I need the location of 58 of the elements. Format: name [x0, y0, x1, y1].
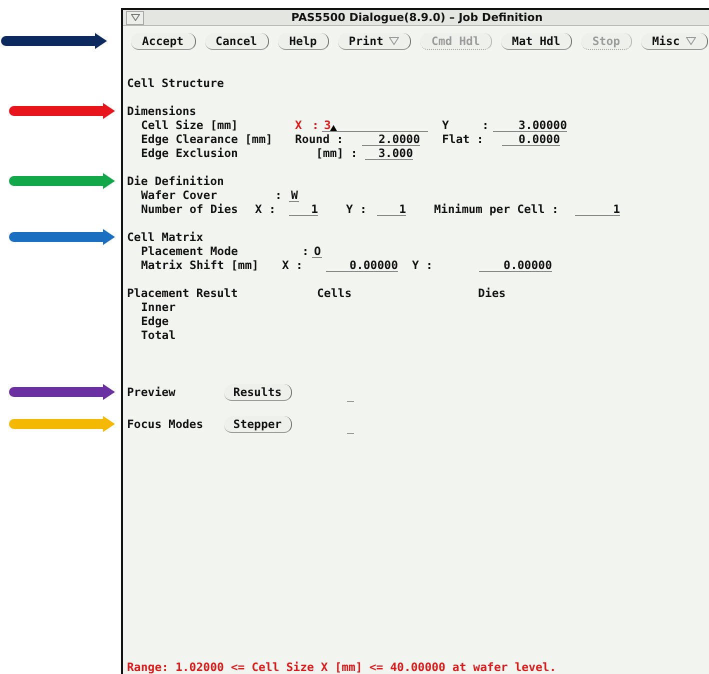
- field-label: X :: [255, 202, 277, 216]
- triangle-icon: [130, 14, 140, 21]
- field-label: Y: [442, 118, 450, 132]
- field-label: Round :: [295, 132, 344, 146]
- column-header: Cells: [317, 286, 353, 300]
- field-label: Focus Modes: [127, 417, 204, 431]
- toolbar-button[interactable]: Misc: [641, 32, 708, 50]
- input-field[interactable]: 1: [289, 202, 318, 216]
- separator: :: [312, 118, 320, 132]
- field-label: Edge Clearance [mm]: [141, 132, 274, 146]
- column-header: Dies: [478, 286, 507, 300]
- input-field[interactable]: 1: [575, 202, 620, 216]
- toolbar-button[interactable]: Print: [338, 32, 412, 50]
- section-title: Placement Result: [127, 286, 239, 300]
- separator: :: [482, 118, 490, 132]
- section-title: Dimensions: [127, 104, 196, 118]
- window-title: PAS5500 Dialogue(8.9.0) – Job Definition: [290, 11, 544, 24]
- section-heading: Cell Structure: [127, 76, 224, 90]
- row-label: Total: [141, 328, 176, 342]
- field-label: X :: [282, 258, 304, 272]
- field-label: X: [295, 118, 303, 132]
- field-label: [mm] :: [316, 146, 359, 160]
- input-field[interactable]: 0.00000: [326, 258, 398, 272]
- input-field[interactable]: 3.000: [365, 146, 413, 160]
- field-label: Matrix Shift [mm]: [141, 258, 260, 272]
- input-field[interactable]: 3: [322, 118, 428, 132]
- field-label: Minimum per Cell :: [434, 202, 560, 216]
- field-label: Y :: [346, 202, 368, 216]
- separator: :: [302, 244, 310, 258]
- field-label: Number of Dies: [141, 202, 239, 216]
- row-label: Edge: [141, 314, 169, 328]
- window-menu-button[interactable]: [126, 10, 144, 24]
- input-field[interactable]: 0.00000: [479, 258, 552, 272]
- input-field[interactable]: 2.0000: [362, 132, 420, 146]
- stepper-button[interactable]: Stepper: [224, 416, 292, 432]
- input-field[interactable]: O: [312, 244, 322, 258]
- toolbar-button[interactable]: Accept: [131, 32, 196, 50]
- field-label: Wafer Cover: [141, 188, 218, 202]
- field-label: Placement Mode: [141, 244, 239, 258]
- input-field[interactable]: 1: [377, 202, 406, 216]
- field-label: Edge Exclusion: [141, 146, 239, 160]
- status-message: Range: 1.02000 <= Cell Size X [mm] <= 40.00000 at wafer level.: [127, 660, 556, 674]
- text-cursor-icon: [330, 124, 337, 130]
- field-label: Y :: [412, 258, 434, 272]
- results-button[interactable]: Results: [224, 384, 292, 400]
- field-label: Preview: [127, 385, 176, 399]
- input-field[interactable]: W: [289, 188, 299, 202]
- field-label: Cell Size [mm]: [141, 118, 239, 132]
- section-title: Die Definition: [127, 174, 224, 188]
- field-label: Flat :: [442, 132, 485, 146]
- input-field[interactable]: 0.0000: [502, 132, 560, 146]
- row-label: Inner: [141, 300, 176, 314]
- toolbar-button[interactable]: Cancel: [204, 32, 270, 50]
- toolbar-button[interactable]: Mat Hdl: [500, 32, 572, 50]
- separator: :: [275, 188, 283, 202]
- input-field[interactable]: 3.00000: [493, 118, 567, 132]
- section-title: Cell Matrix: [127, 230, 204, 244]
- toolbar-button[interactable]: Help: [278, 32, 329, 50]
